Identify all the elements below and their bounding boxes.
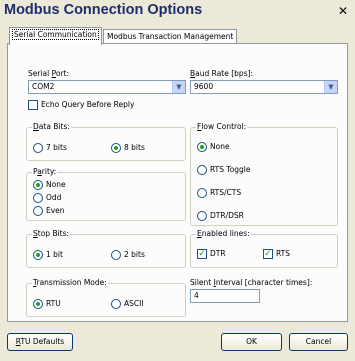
flow-rts-cts-radio[interactable] bbox=[197, 188, 207, 198]
enabled-lines-group: Enabled lines: ✓ DTR ✓ RTS bbox=[190, 229, 338, 268]
flow-dtr-dsr-radio[interactable] bbox=[197, 211, 207, 221]
serial-port-select[interactable]: COM2 ▼ bbox=[28, 80, 186, 94]
flow-rts-toggle-label: RTS Toggle bbox=[210, 165, 251, 174]
stop-bits-label: Stop Bits: bbox=[32, 229, 71, 238]
rts-checkbox[interactable]: ✓ bbox=[263, 249, 273, 259]
dtr-checkbox[interactable]: ✓ bbox=[197, 249, 207, 259]
chevron-down-icon[interactable]: ▼ bbox=[324, 81, 337, 93]
tab-label: Serial Communication bbox=[12, 29, 99, 40]
parity-group: Parity: None Odd Even bbox=[26, 167, 186, 221]
serial-communication-panel: Serial Port: COM2 ▼ Baud Rate [bps]: 960… bbox=[7, 43, 348, 322]
flow-none-label: None bbox=[210, 142, 230, 151]
echo-query-checkbox[interactable] bbox=[28, 100, 38, 110]
data-bits-7-label: 7 bits bbox=[46, 143, 67, 152]
data-bits-8-radio[interactable] bbox=[111, 143, 121, 153]
window-title: Modbus Connection Options bbox=[4, 2, 203, 18]
parity-none-radio[interactable] bbox=[33, 180, 43, 190]
data-bits-group: Data Bits: 7 bits 8 bits bbox=[26, 122, 186, 161]
parity-none-label: None bbox=[46, 180, 66, 189]
silent-interval-value: 4 bbox=[194, 291, 199, 300]
tab-serial-communication[interactable]: Serial Communication bbox=[9, 27, 102, 45]
silent-interval-label: Silent Interval [character times]: bbox=[190, 278, 313, 287]
modbus-connection-options-dialog: Modbus Connection Options ✕ Serial Commu… bbox=[0, 0, 355, 361]
cancel-button[interactable]: Cancel bbox=[289, 333, 348, 351]
flow-none-radio[interactable] bbox=[197, 142, 207, 152]
serial-port-value: COM2 bbox=[32, 82, 55, 91]
flow-control-group: Flow Control: None RTS Toggle RTS/CTS DT… bbox=[190, 122, 338, 226]
baud-rate-label: Baud Rate [bps]: bbox=[190, 69, 254, 78]
parity-odd-radio[interactable] bbox=[33, 193, 43, 203]
serial-port-label: Serial Port: bbox=[28, 69, 70, 78]
data-bits-8-label: 8 bits bbox=[124, 143, 145, 152]
mode-rtu-radio[interactable] bbox=[33, 299, 43, 309]
baud-rate-value: 9600 bbox=[194, 82, 214, 91]
chevron-down-icon[interactable]: ▼ bbox=[172, 81, 185, 93]
parity-even-radio[interactable] bbox=[33, 206, 43, 216]
flow-control-label: Flow Control: bbox=[196, 122, 248, 131]
echo-query-label: Echo Query Before Reply bbox=[41, 100, 135, 109]
enabled-lines-label: Enabled lines: bbox=[196, 229, 251, 238]
transmission-mode-label: Transmission Mode: bbox=[32, 278, 108, 287]
data-bits-label: Data Bits: bbox=[32, 122, 71, 131]
data-bits-7-radio[interactable] bbox=[33, 143, 43, 153]
flow-dtr-dsr-label: DTR/DSR bbox=[210, 211, 244, 220]
tab-modbus-transaction-management[interactable]: Modbus Transaction Management bbox=[103, 29, 238, 43]
rtu-defaults-button[interactable]: RTU Defaults bbox=[7, 333, 73, 351]
stop-bits-1-radio[interactable] bbox=[33, 250, 43, 260]
dtr-label: DTR bbox=[210, 249, 226, 258]
transmission-mode-group: Transmission Mode: RTU ASCII bbox=[26, 278, 186, 317]
stop-bits-group: Stop Bits: 1 bit 2 bits bbox=[26, 229, 186, 268]
mode-ascii-label: ASCII bbox=[124, 299, 144, 308]
parity-odd-label: Odd bbox=[46, 193, 62, 202]
ok-button[interactable]: OK bbox=[221, 333, 282, 351]
flow-rts-cts-label: RTS/CTS bbox=[210, 188, 242, 197]
stop-bits-1-label: 1 bit bbox=[46, 250, 63, 259]
stop-bits-2-radio[interactable] bbox=[111, 250, 121, 260]
mode-rtu-label: RTU bbox=[46, 299, 61, 308]
silent-interval-input[interactable]: 4 bbox=[190, 289, 260, 303]
mode-ascii-radio[interactable] bbox=[111, 299, 121, 309]
rts-label: RTS bbox=[276, 249, 291, 258]
stop-bits-2-label: 2 bits bbox=[124, 250, 145, 259]
title-bar: Modbus Connection Options ✕ bbox=[0, 0, 355, 24]
baud-rate-select[interactable]: 9600 ▼ bbox=[190, 80, 338, 94]
parity-label: Parity: bbox=[32, 167, 58, 176]
close-icon[interactable]: ✕ bbox=[336, 4, 350, 18]
tab-label: Modbus Transaction Management bbox=[107, 32, 234, 41]
flow-rts-toggle-radio[interactable] bbox=[197, 165, 207, 175]
parity-even-label: Even bbox=[46, 206, 65, 215]
